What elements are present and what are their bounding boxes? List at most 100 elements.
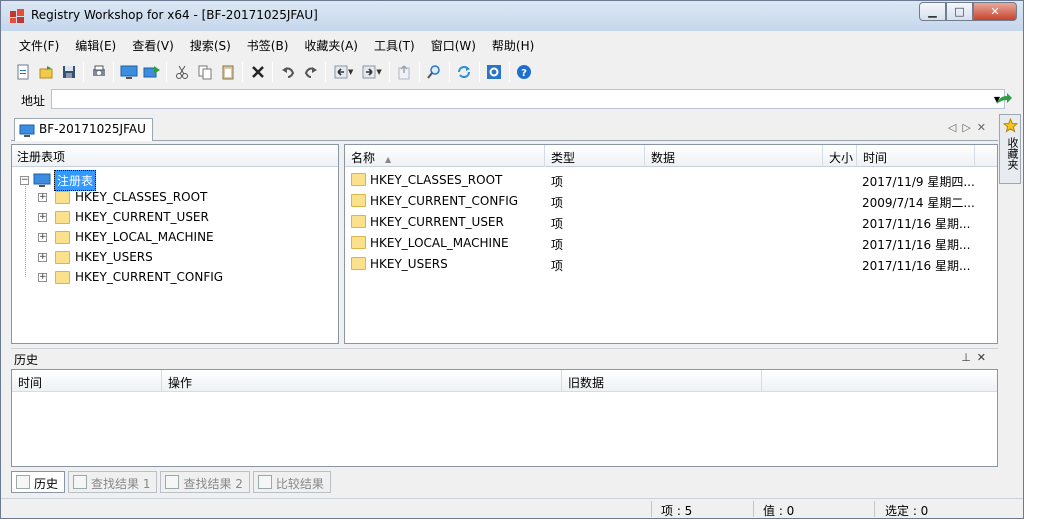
address-bar: 地址 ▼	[11, 88, 1019, 110]
menu-tools[interactable]: 工具(T)	[366, 35, 423, 55]
history-panel-header: 历史 ⊥✕	[11, 348, 998, 367]
back-dropdown-icon[interactable]: ▼	[348, 68, 353, 76]
list-row[interactable]: HKEY_CLASSES_ROOT 项 2017/11/9 星期四...	[345, 170, 997, 191]
list-row[interactable]: HKEY_LOCAL_MACHINE 项 2017/11/16 星期...	[345, 233, 997, 254]
history-column-time[interactable]: 时间	[12, 370, 162, 392]
tree-item-hkcu[interactable]: + HKEY_CURRENT_USER	[38, 207, 209, 227]
menu-edit[interactable]: 编辑(E)	[67, 35, 124, 55]
row-type: 项	[551, 175, 564, 189]
row-time: 2017/11/16 星期...	[862, 259, 971, 273]
folder-icon	[55, 270, 70, 284]
folder-icon	[55, 250, 70, 264]
menu-view[interactable]: 查看(V)	[124, 35, 182, 55]
find-icon[interactable]	[423, 61, 446, 83]
tree-item-label: HKEY_LOCAL_MACHINE	[75, 230, 214, 244]
print-icon[interactable]	[87, 61, 110, 83]
save-icon[interactable]	[57, 61, 80, 83]
tab-compare-results[interactable]: 比较结果	[252, 471, 331, 493]
row-time: 2009/7/14 星期二...	[862, 196, 974, 210]
tree-item-hku[interactable]: + HKEY_USERS	[38, 247, 153, 267]
maximize-button[interactable]: □	[946, 2, 973, 21]
computer-icon	[19, 124, 35, 137]
column-name[interactable]: 名称 ▲	[345, 145, 545, 167]
status-selected: 选定 : 0	[885, 504, 929, 518]
tab-find-results-1[interactable]: 查找结果 1	[68, 471, 158, 493]
expand-icon[interactable]: +	[38, 252, 47, 262]
minimize-button[interactable]: ▁	[919, 2, 946, 21]
menu-bookmarks[interactable]: 书签(B)	[239, 35, 297, 55]
tab-label: 比较结果	[275, 477, 324, 491]
bottom-tab-strip: 历史 查找结果 1 查找结果 2 比较结果	[11, 471, 334, 493]
copy-icon[interactable]	[193, 61, 216, 83]
open-icon[interactable]	[34, 61, 57, 83]
star-icon	[1003, 118, 1018, 133]
undo-icon[interactable]	[276, 61, 299, 83]
address-label: 地址	[21, 94, 46, 108]
status-values: 值 : 0	[763, 504, 795, 518]
export-icon[interactable]	[140, 61, 163, 83]
history-icon	[16, 475, 30, 489]
tree-item-hklm[interactable]: + HKEY_LOCAL_MACHINE	[38, 227, 214, 247]
list-row[interactable]: HKEY_CURRENT_USER 项 2017/11/16 星期...	[345, 212, 997, 233]
menu-bar: 文件(F) 编辑(E) 查看(V) 搜索(S) 书签(B) 收藏夹(A) 工具(…	[11, 35, 542, 55]
close-button[interactable]: ✕	[973, 2, 1017, 21]
favorites-panel[interactable]: 收藏夹	[999, 114, 1021, 184]
collapse-icon[interactable]: −	[20, 175, 29, 185]
sort-ascending-icon: ▲	[385, 155, 392, 164]
new-icon[interactable]	[11, 61, 34, 83]
refresh-icon[interactable]	[453, 61, 476, 83]
main-window: Registry Workshop for x64 - [BF-20171025…	[0, 0, 1024, 519]
list-row[interactable]: HKEY_USERS 项 2017/11/16 星期...	[345, 254, 997, 275]
folder-icon	[351, 194, 366, 207]
tree-item-hkcc[interactable]: + HKEY_CURRENT_CONFIG	[38, 267, 223, 287]
go-arrow-icon[interactable]	[995, 91, 1013, 107]
tab-scroll-controls[interactable]: ◁▷✕	[948, 121, 992, 134]
up-icon[interactable]	[393, 61, 416, 83]
menu-file[interactable]: 文件(F)	[11, 35, 67, 55]
forward-dropdown-icon[interactable]: ▼	[376, 68, 381, 76]
delete-icon[interactable]	[246, 61, 269, 83]
menu-window[interactable]: 窗口(W)	[423, 35, 484, 55]
folder-icon	[55, 190, 70, 204]
options-icon[interactable]	[483, 61, 506, 83]
cut-icon[interactable]	[170, 61, 193, 83]
address-input[interactable]: ▼	[51, 89, 1005, 109]
paste-icon[interactable]	[216, 61, 239, 83]
history-column-old-data[interactable]: 旧数据	[562, 370, 762, 392]
row-time: 2017/11/16 星期...	[862, 217, 971, 231]
folder-icon	[351, 257, 366, 270]
status-bar: 项 : 5 值 : 0 选定 : 0	[1, 498, 1023, 518]
toolbar: ▼ ▼ ?	[11, 59, 536, 85]
list-header: 名称 ▲ 类型 数据 大小 时间	[345, 145, 997, 167]
history-column-operation[interactable]: 操作	[162, 370, 562, 392]
folder-icon	[55, 230, 70, 244]
svg-text:?: ?	[521, 68, 527, 79]
document-tab[interactable]: BF-20171025JFAU	[14, 118, 153, 141]
expand-icon[interactable]: +	[38, 232, 47, 242]
help-icon[interactable]: ?	[513, 61, 536, 83]
document-tab-label: BF-20171025JFAU	[39, 122, 146, 136]
column-size[interactable]: 大小	[823, 145, 857, 167]
menu-help[interactable]: 帮助(H)	[484, 35, 542, 55]
history-panel-controls[interactable]: ⊥✕	[961, 351, 992, 364]
tree-item-hkcr[interactable]: + HKEY_CLASSES_ROOT	[38, 187, 207, 207]
expand-icon[interactable]: +	[38, 192, 47, 202]
menu-search[interactable]: 搜索(S)	[182, 35, 239, 55]
redo-icon[interactable]	[299, 61, 322, 83]
tab-find-results-2[interactable]: 查找结果 2	[160, 471, 250, 493]
expand-icon[interactable]: +	[38, 212, 47, 222]
row-time: 2017/11/16 星期...	[862, 238, 971, 252]
tree-item-label: HKEY_CURRENT_USER	[75, 210, 209, 224]
row-name: HKEY_LOCAL_MACHINE	[370, 236, 509, 250]
column-time[interactable]: 时间	[857, 145, 975, 167]
connect-computer-icon[interactable]	[117, 61, 140, 83]
tab-history[interactable]: 历史	[11, 471, 66, 493]
row-time: 2017/11/9 星期四...	[862, 175, 974, 189]
column-type[interactable]: 类型	[545, 145, 645, 167]
list-row[interactable]: HKEY_CURRENT_CONFIG 项 2009/7/14 星期二...	[345, 191, 997, 212]
column-data[interactable]: 数据	[645, 145, 823, 167]
menu-favorites[interactable]: 收藏夹(A)	[296, 35, 366, 55]
expand-icon[interactable]: +	[38, 272, 47, 282]
folder-icon	[351, 173, 366, 186]
column-name-label: 名称	[351, 151, 376, 165]
